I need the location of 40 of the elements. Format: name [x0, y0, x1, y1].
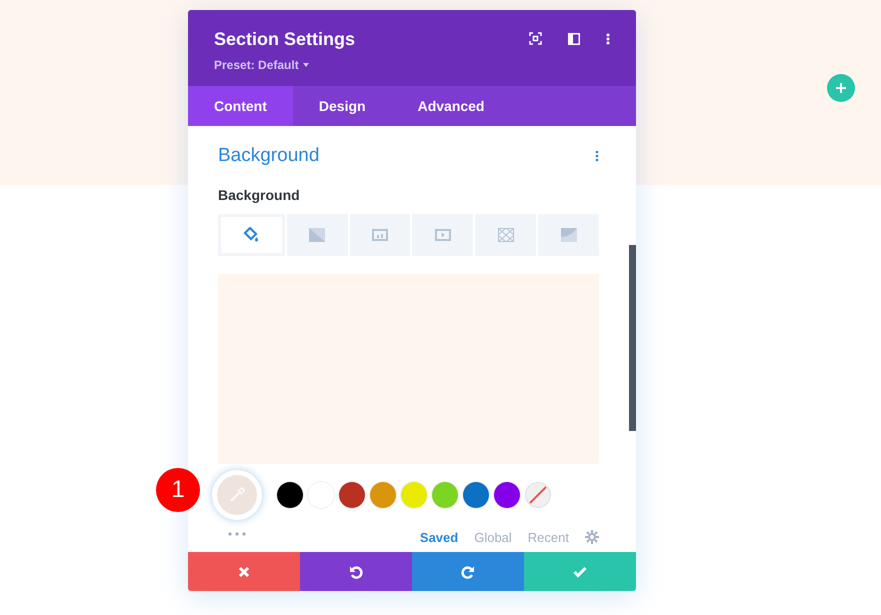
- clear-color-swatch[interactable]: [525, 482, 551, 508]
- more-icon[interactable]: [228, 532, 246, 536]
- more-options-icon[interactable]: [606, 32, 610, 44]
- palette-tab[interactable]: Saved: [420, 528, 458, 547]
- play-icon: [434, 228, 451, 240]
- field-label: Background: [218, 186, 301, 205]
- settings-icon[interactable]: [585, 530, 599, 544]
- pattern-icon: [498, 228, 514, 242]
- color-swatch[interactable]: [401, 482, 427, 508]
- mask-icon: [560, 228, 577, 242]
- redo-icon: [461, 564, 475, 578]
- section-heading: Background: [218, 144, 320, 168]
- tab[interactable]: Advanced: [392, 86, 510, 126]
- tab[interactable]: Design: [292, 86, 392, 126]
- gradient-icon: [309, 228, 326, 242]
- redo-button[interactable]: [412, 552, 524, 591]
- close-icon: [238, 566, 250, 578]
- more-options-icon[interactable]: [595, 150, 599, 162]
- color-swatch[interactable]: [370, 482, 396, 508]
- eyedropper-icon: [229, 486, 245, 502]
- no-color-icon: [528, 484, 548, 504]
- fullscreen-icon[interactable]: [529, 32, 542, 45]
- check-icon: [573, 566, 587, 578]
- paint-bucket-icon: [243, 226, 260, 242]
- image-icon: [372, 228, 388, 240]
- color-swatch[interactable]: [463, 482, 489, 508]
- window-title: Section Settings: [214, 28, 356, 50]
- undo-button[interactable]: [300, 552, 412, 591]
- color-swatch[interactable]: [339, 482, 365, 508]
- undo-icon: [349, 564, 363, 578]
- color-swatch[interactable]: [494, 482, 520, 508]
- preset-dropdown[interactable]: Preset: Default: [214, 56, 356, 74]
- color-swatch[interactable]: [432, 482, 458, 508]
- caret-icon: [302, 63, 309, 67]
- color-swatch[interactable]: [277, 482, 303, 508]
- callout-badge: 1: [156, 468, 200, 512]
- plus-icon: [836, 83, 846, 93]
- sidebar-layout-icon[interactable]: [568, 32, 580, 44]
- scrollbar[interactable]: [629, 245, 636, 431]
- tab[interactable]: Content: [188, 86, 293, 126]
